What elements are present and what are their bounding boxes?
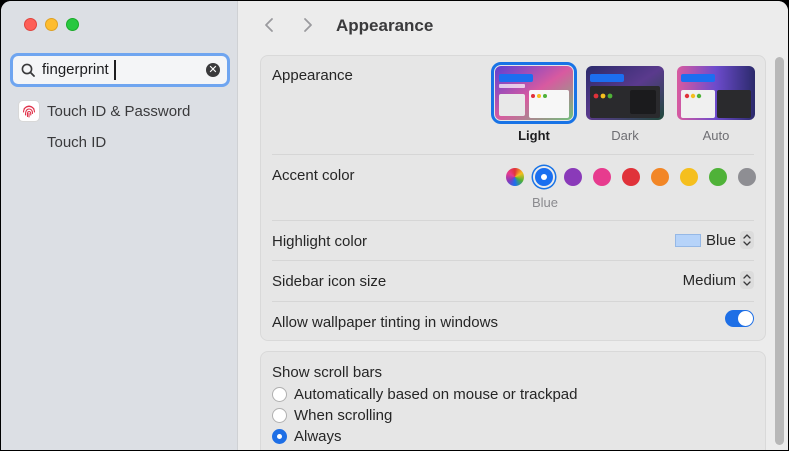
highlight-color-row: Highlight color Blue: [272, 221, 754, 261]
scroll-bars-card: Show scroll bars Automatically based on …: [260, 351, 766, 450]
highlight-color-chip: [674, 233, 701, 247]
up-down-chevron-icon: [740, 231, 754, 249]
chevron-right-icon: [304, 18, 312, 32]
accent-selected-name: Blue: [532, 195, 559, 210]
sidebar: fingerprint ✕ Touch ID & Password Touch …: [1, 1, 238, 450]
highlight-color-label: Highlight color: [272, 233, 368, 250]
zoom-window-button[interactable]: [66, 18, 79, 31]
appearance-settings-card: Appearance Light Dark Auto Accent color …: [260, 55, 766, 341]
settings-window: fingerprint ✕ Touch ID & Password Touch …: [1, 1, 788, 450]
wallpaper-tinting-row: Allow wallpaper tinting in windows: [272, 302, 754, 340]
accent-pink-swatch[interactable]: [593, 168, 611, 186]
highlight-color-value: Blue: [705, 231, 736, 249]
fingerprint-icon: [18, 100, 40, 122]
appearance-auto-label: Auto: [702, 128, 730, 143]
wallpaper-tinting-label: Allow wallpaper tinting in windows: [272, 314, 498, 331]
sidebar-item-label: Touch ID & Password: [47, 102, 191, 120]
search-input[interactable]: fingerprint: [42, 61, 109, 79]
show-scroll-bars-label: Show scroll bars: [272, 364, 383, 381]
auto-preview-icon: [677, 66, 755, 120]
sidebar-subitem-touch-id[interactable]: Touch ID: [47, 134, 106, 151]
toggle-knob: [738, 311, 753, 326]
close-window-button[interactable]: [24, 18, 37, 31]
accent-color-label: Accent color: [272, 167, 355, 184]
radio-button[interactable]: [272, 408, 287, 423]
search-field[interactable]: fingerprint ✕: [10, 53, 230, 87]
appearance-auto-option[interactable]: [677, 66, 755, 120]
accent-red-swatch[interactable]: [622, 168, 640, 186]
accent-color-row: Accent color: [272, 155, 754, 221]
chevron-left-icon: [265, 18, 273, 32]
sidebar-item-touch-id-password[interactable]: Touch ID & Password: [18, 99, 190, 123]
scroll-bars-when-scrolling-option[interactable]: When scrolling: [272, 407, 392, 424]
search-icon: [21, 63, 35, 77]
clear-search-icon[interactable]: ✕: [206, 63, 220, 77]
accent-orange-swatch[interactable]: [651, 168, 669, 186]
accent-green-swatch[interactable]: [709, 168, 727, 186]
radio-label: Automatically based on mouse or trackpad: [294, 386, 578, 403]
up-down-chevron-icon: [740, 271, 754, 289]
appearance-dark-label: Dark: [611, 128, 639, 143]
appearance-label: Appearance: [272, 67, 353, 84]
appearance-row: Appearance Light Dark Auto: [272, 56, 755, 155]
forward-button[interactable]: [297, 13, 319, 37]
radio-button[interactable]: [272, 387, 287, 402]
radio-button-selected[interactable]: [272, 429, 287, 444]
back-button[interactable]: [258, 13, 280, 37]
page-title: Appearance: [336, 16, 434, 35]
accent-purple-swatch[interactable]: [564, 168, 582, 186]
minimize-window-button[interactable]: [45, 18, 58, 31]
sidebar-icon-size-label: Sidebar icon size: [272, 273, 387, 290]
dark-preview-icon: [586, 66, 664, 120]
sidebar-icon-size-row: Sidebar icon size Medium: [272, 261, 754, 302]
scroll-bars-automatic-option[interactable]: Automatically based on mouse or trackpad: [272, 386, 577, 403]
accent-blue-swatch[interactable]: [535, 168, 553, 186]
radio-label: Always: [294, 428, 342, 445]
light-preview-icon: [495, 66, 573, 120]
main-pane: Appearance Appearance Light Dark Auto Ac…: [239, 1, 788, 450]
selected-dot: [541, 174, 547, 180]
wallpaper-tinting-toggle[interactable]: [725, 310, 754, 327]
accent-multicolor-swatch[interactable]: [506, 168, 524, 186]
radio-label: When scrolling: [294, 407, 393, 424]
appearance-light-label: Light: [518, 128, 550, 143]
accent-graphite-swatch[interactable]: [738, 168, 756, 186]
accent-yellow-swatch[interactable]: [680, 168, 698, 186]
text-cursor: [114, 60, 116, 80]
scroll-bars-always-option[interactable]: Always: [272, 428, 342, 445]
scrollbar-thumb[interactable]: [775, 57, 784, 445]
sidebar-icon-size-value: Medium: [682, 271, 736, 289]
appearance-light-option[interactable]: [491, 62, 577, 124]
sidebar-icon-size-popup[interactable]: Medium: [683, 271, 754, 289]
highlight-color-popup[interactable]: Blue: [674, 231, 754, 249]
appearance-dark-option[interactable]: [586, 66, 664, 120]
